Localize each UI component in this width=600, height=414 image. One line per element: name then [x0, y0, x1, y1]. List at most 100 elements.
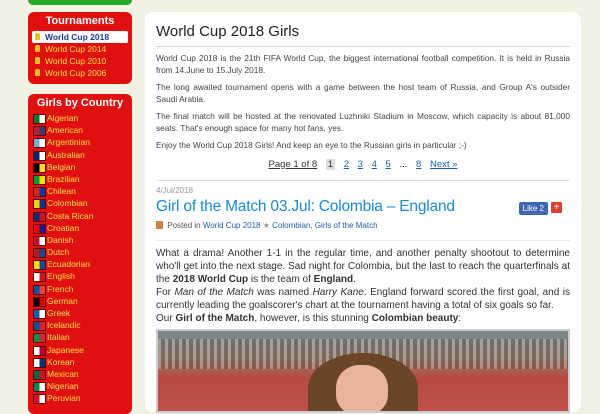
next-page-link[interactable]: Next »: [430, 159, 457, 170]
country-item[interactable]: Japanese: [32, 344, 130, 356]
flag-icon: [33, 345, 46, 356]
tournament-item[interactable]: World Cup 2014: [32, 43, 128, 55]
tournament-item[interactable]: World Cup 2010: [32, 55, 128, 67]
country-label: English: [47, 271, 75, 282]
country-label: Australian: [47, 149, 85, 160]
country-item[interactable]: Peruvian: [32, 392, 130, 405]
country-item[interactable]: Australian: [32, 149, 130, 161]
top-green-bar: [28, 0, 132, 5]
country-item[interactable]: Costa Rican: [32, 210, 130, 222]
category-link[interactable]: World Cup 2018: [203, 221, 261, 230]
country-label: Icelandic: [47, 320, 81, 331]
flag-icon: [33, 150, 46, 161]
flag-icon: [33, 369, 46, 380]
country-label: Peruvian: [47, 393, 81, 404]
country-item[interactable]: Mexican: [32, 368, 130, 380]
country-item[interactable]: German: [32, 295, 130, 307]
girls-by-country-panel: Girls by Country Algerian American Argenti…: [28, 94, 132, 414]
country-label: Argentinian: [47, 137, 91, 148]
flag-icon: [33, 211, 46, 222]
country-item[interactable]: Italian: [32, 331, 130, 344]
tags-links[interactable]: Colombian, Girls of the Match: [272, 221, 377, 230]
country-label: Korean: [47, 356, 75, 367]
country-item[interactable]: Greek: [32, 307, 130, 319]
country-list: Algerian American Argentinian Australian Bel…: [28, 112, 132, 405]
flag-icon: [33, 187, 46, 198]
intro-paragraph: The final match will be hosted at the re…: [156, 111, 570, 133]
flag-icon: [33, 174, 46, 185]
flag-icon: [33, 272, 46, 283]
country-label: Algerian: [47, 113, 79, 123]
country-item[interactable]: Chilean: [32, 185, 130, 198]
country-label: Greek: [47, 308, 71, 318]
trophy-icon: [35, 69, 40, 76]
pagination: Page 1 of 8 1 2 3 4 5 ... 8 Next »: [156, 158, 570, 172]
post-paragraph: What a drama! Another 1-1 in the regular…: [156, 247, 570, 285]
flag-icon: [33, 284, 46, 295]
country-label: Belgian: [47, 161, 76, 172]
country-label: Costa Rican: [47, 210, 94, 221]
country-label: Dutch: [47, 247, 70, 258]
flag-icon: [33, 357, 46, 368]
page-ellipsis: ...: [399, 158, 408, 170]
country-item[interactable]: French: [32, 283, 130, 295]
country-item[interactable]: Algerian: [32, 112, 130, 124]
country-label: Nigerian: [47, 381, 79, 392]
flag-icon: [33, 321, 46, 332]
country-item[interactable]: Icelandic: [32, 319, 130, 332]
country-item[interactable]: Danish: [32, 234, 130, 246]
trophy-icon: [35, 33, 40, 40]
main-panel: World Cup 2018 Girls World Cup 2018 is t…: [145, 12, 581, 413]
page-link-3[interactable]: 3: [358, 159, 363, 170]
intro-paragraph: Enjoy the World Cup 2018 Girls! And keep…: [156, 140, 467, 150]
post-date: 4/Jul/2018: [156, 185, 193, 195]
country-item[interactable]: Belgian: [32, 161, 130, 173]
country-item[interactable]: Colombian: [32, 197, 130, 210]
page-link-8[interactable]: 8: [416, 159, 421, 170]
tournament-item[interactable]: World Cup 2006: [32, 67, 128, 79]
country-label: American: [47, 125, 83, 136]
photo-face: [336, 364, 388, 411]
tournament-item[interactable]: World Cup 2018: [32, 31, 128, 43]
tournament-label: World Cup 2010: [45, 56, 107, 66]
country-label: Colombian: [47, 198, 88, 209]
tournaments-panel: Tournaments World Cup 2018 World Cup 2014…: [28, 12, 132, 84]
page-current: 1: [325, 158, 336, 170]
page-link-2[interactable]: 2: [344, 159, 349, 170]
post-title-link[interactable]: Girl of the Match 03.Jul: Colombia – Eng…: [156, 198, 455, 216]
country-item[interactable]: American: [32, 124, 130, 137]
flag-icon: [33, 126, 46, 137]
tournament-label: World Cup 2014: [45, 44, 107, 54]
tag-star-icon: ★: [262, 220, 270, 230]
page-info: Page 1 of 8: [268, 158, 318, 170]
trophy-icon: [35, 57, 40, 64]
country-label: German: [47, 295, 78, 306]
flag-icon: [33, 114, 46, 124]
trophy-icon: [35, 45, 40, 52]
country-item[interactable]: Brazilian: [32, 173, 130, 185]
page-link-5[interactable]: 5: [386, 159, 391, 170]
country-item[interactable]: Dutch: [32, 246, 130, 259]
flag-icon: [33, 235, 46, 246]
post-body: What a drama! Another 1-1 in the regular…: [156, 247, 570, 325]
flag-icon: [33, 260, 46, 271]
country-label: Danish: [47, 234, 74, 245]
country-label: French: [47, 283, 74, 294]
country-item[interactable]: Ecuadorian: [32, 258, 130, 271]
flag-icon: [33, 333, 46, 344]
country-item[interactable]: Argentinian: [32, 136, 130, 149]
country-item[interactable]: Croatian: [32, 222, 130, 234]
country-item[interactable]: Korean: [32, 356, 130, 368]
post-paragraph: Our Girl of the Match, however, is this …: [156, 312, 462, 324]
share-plus-button[interactable]: +: [551, 201, 562, 213]
intro-text: World Cup 2018 is the 21th FIFA World Cu…: [156, 53, 570, 152]
page-link-4[interactable]: 4: [372, 159, 377, 170]
flag-icon: [33, 394, 46, 405]
country-item[interactable]: Nigerian: [32, 380, 130, 393]
facebook-like-button[interactable]: Like 2: [518, 201, 548, 215]
meta-divider: [156, 239, 570, 241]
country-label: Japanese: [47, 344, 84, 355]
post-meta: Posted in World Cup 2018 ★ Colombian, Gi…: [156, 220, 570, 232]
country-item[interactable]: English: [32, 270, 130, 283]
flag-icon: [33, 248, 46, 259]
